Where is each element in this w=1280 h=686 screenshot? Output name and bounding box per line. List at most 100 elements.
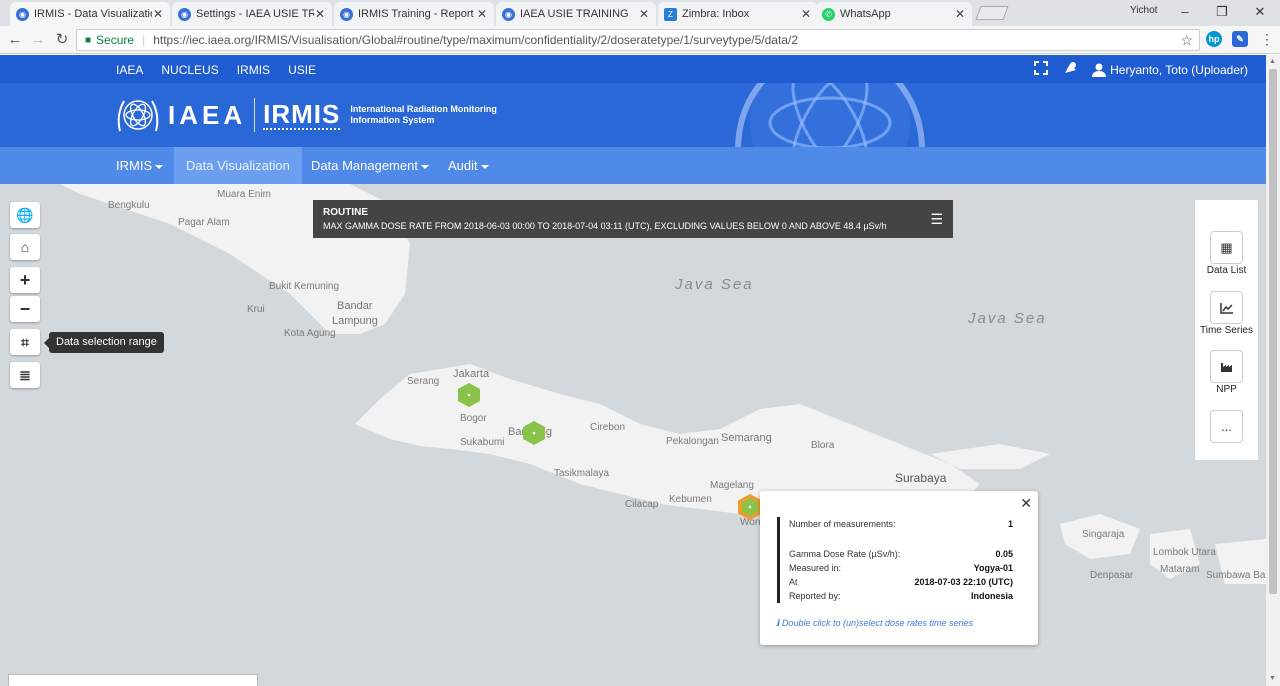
measured-in-value: Yogya-01 bbox=[973, 563, 1013, 573]
globe-icon[interactable]: 🌐 bbox=[10, 202, 40, 228]
logo-subtitle-line2: Information System bbox=[350, 115, 435, 125]
data-list-label: Data List bbox=[1206, 265, 1247, 276]
caret-down-icon bbox=[480, 164, 489, 169]
hp-extension-icon[interactable]: hp bbox=[1206, 31, 1222, 47]
browser-tab-zimbra[interactable]: Z Zimbra: Inbox ✕ bbox=[658, 2, 818, 26]
bookmark-star-icon[interactable]: ☆ bbox=[1180, 32, 1193, 49]
station-popup: ✕ Number of measurements: 1 Gamma Dose R… bbox=[760, 491, 1038, 645]
top-link-irmis[interactable]: IRMIS bbox=[237, 63, 270, 77]
reload-icon[interactable]: ↻ bbox=[52, 30, 72, 50]
browser-tab-whatsapp[interactable]: ✆ WhatsApp ✕ bbox=[816, 2, 972, 26]
crop-icon[interactable]: ⌗ bbox=[10, 329, 40, 355]
close-tab-icon[interactable]: ✕ bbox=[800, 7, 812, 21]
station-marker-bandung[interactable] bbox=[522, 420, 546, 446]
scrollbar-thumb[interactable] bbox=[1269, 69, 1277, 594]
maximize-icon[interactable]: ❐ bbox=[1207, 2, 1237, 22]
map-label: Mataram bbox=[1160, 564, 1200, 575]
extension-icon[interactable]: ✎ bbox=[1232, 31, 1248, 47]
close-window-icon[interactable]: ✕ bbox=[1245, 2, 1275, 22]
reported-by-value: Indonesia bbox=[970, 591, 1013, 601]
logo-subtitle-line1: International Radiation Monitoring bbox=[350, 104, 497, 114]
nav-data-management[interactable]: Data Management bbox=[299, 147, 441, 184]
caret-down-icon bbox=[420, 164, 429, 169]
layers-icon[interactable]: ≣ bbox=[10, 362, 40, 388]
map-label: Jakarta bbox=[453, 368, 490, 380]
tab-title: Zimbra: Inbox bbox=[682, 8, 750, 20]
close-tab-icon[interactable]: ✕ bbox=[954, 7, 966, 21]
close-icon[interactable]: ✕ bbox=[1020, 495, 1032, 512]
map-label: Cilacap bbox=[625, 499, 659, 510]
map-label: Pagar Alam bbox=[178, 217, 230, 228]
close-tab-icon[interactable]: ✕ bbox=[314, 7, 326, 21]
tab-title: IRMIS Training - Report bbox=[358, 8, 474, 20]
home-icon[interactable]: ⌂ bbox=[10, 234, 40, 260]
page-scrollbar[interactable]: ▲ ▼ bbox=[1266, 55, 1280, 686]
map-label: Muara Enim bbox=[217, 189, 271, 200]
nav-irmis[interactable]: IRMIS bbox=[104, 147, 175, 184]
at-value: 2018-07-03 22:10 (UTC) bbox=[914, 577, 1013, 587]
line-chart-icon bbox=[1219, 302, 1233, 314]
map-label: Lombok Utara bbox=[1153, 547, 1216, 558]
close-tab-icon[interactable]: ✕ bbox=[476, 7, 488, 21]
hamburger-menu-icon[interactable]: ☰ bbox=[930, 211, 943, 228]
zoom-in-icon[interactable]: + bbox=[10, 267, 40, 293]
more-button[interactable]: ... bbox=[1210, 410, 1243, 443]
new-tab-button[interactable] bbox=[975, 6, 1009, 20]
info-icon: ℹ bbox=[776, 618, 780, 628]
zimbra-icon: Z bbox=[664, 7, 677, 21]
map-label: Magelang bbox=[710, 480, 754, 491]
map-label: Bandar bbox=[337, 300, 373, 312]
notifications-icon[interactable] bbox=[1062, 61, 1078, 78]
top-link-usie[interactable]: USIE bbox=[288, 63, 316, 77]
browser-tab-usie-training[interactable]: ◉ IAEA USIE TRAINING ✕ bbox=[496, 2, 656, 26]
map-canvas[interactable]: Bengkulu Muara Enim Pagar Alam Bukit Kem… bbox=[0, 184, 1266, 686]
map-label: Lampung bbox=[332, 315, 378, 327]
map-label: Pekalongan bbox=[666, 436, 719, 447]
browser-tab-training-report[interactable]: ◉ IRMIS Training - Report ✕ bbox=[334, 2, 494, 26]
logo-divider bbox=[254, 98, 256, 132]
top-navigation: IAEA NUCLEUS IRMIS USIE Heryanto, Toto (… bbox=[0, 55, 1266, 83]
popup-hint: ℹ Double click to (un)select dose rates … bbox=[776, 618, 973, 629]
close-tab-icon[interactable]: ✕ bbox=[638, 7, 650, 21]
popup-row-dose: Gamma Dose Rate (µSv/h): 0.05 bbox=[789, 549, 1013, 559]
map-label: Krui bbox=[247, 304, 265, 315]
top-link-iaea[interactable]: IAEA bbox=[116, 63, 143, 77]
back-icon[interactable]: ← bbox=[5, 30, 25, 50]
map-label: Cirebon bbox=[590, 422, 626, 433]
map-landmass bbox=[60, 184, 1266, 584]
iaea-irmis-logo[interactable]: IAEA IRMIS International Radiation Monit… bbox=[114, 93, 497, 137]
map-label: Sukabumi bbox=[460, 437, 505, 448]
user-menu[interactable]: Heryanto, Toto (Uploader) bbox=[1092, 63, 1248, 77]
logo-irmis-text: IRMIS bbox=[263, 99, 341, 130]
iaea-icon: ◉ bbox=[178, 7, 191, 21]
nav-data-visualization-label: Data Visualization bbox=[186, 158, 290, 173]
map-label: Surabaya bbox=[895, 471, 947, 485]
fullscreen-icon[interactable] bbox=[1034, 61, 1049, 78]
time-series-button[interactable] bbox=[1210, 291, 1243, 324]
forward-icon[interactable]: → bbox=[28, 30, 48, 50]
browser-menu-icon[interactable]: ⋮ bbox=[1260, 31, 1274, 48]
at-label: At bbox=[789, 577, 798, 587]
zoom-out-icon[interactable]: − bbox=[10, 296, 40, 322]
top-link-nucleus[interactable]: NUCLEUS bbox=[161, 63, 218, 77]
map-label: Kota Agung bbox=[284, 328, 336, 339]
npp-button[interactable] bbox=[1210, 350, 1243, 383]
scroll-down-icon[interactable]: ▼ bbox=[1269, 675, 1276, 682]
dose-label: Gamma Dose Rate (µSv/h): bbox=[789, 549, 901, 559]
minimize-icon[interactable]: – bbox=[1170, 2, 1200, 22]
map-label-sea: Java Sea bbox=[675, 276, 754, 293]
browser-profile-name[interactable]: Yichot bbox=[1130, 5, 1157, 16]
data-list-button[interactable]: ▦ bbox=[1210, 231, 1243, 264]
browser-tab-irmis-visualization[interactable]: ◉ IRMIS - Data Visualization ✕ bbox=[10, 2, 170, 26]
url-field[interactable]: ■ Secure | https://iec.iaea.org/IRMIS/Vi… bbox=[76, 29, 1200, 51]
station-marker-jakarta[interactable] bbox=[457, 382, 481, 408]
nav-audit[interactable]: Audit bbox=[436, 147, 501, 184]
scroll-up-icon[interactable]: ▲ bbox=[1269, 58, 1276, 65]
browser-tab-settings[interactable]: ◉ Settings - IAEA USIE TRAI ✕ bbox=[172, 2, 332, 26]
browser-tab-strip: ◉ IRMIS - Data Visualization ✕ ◉ Setting… bbox=[0, 0, 1280, 26]
map-label: Bukit Kemuning bbox=[269, 281, 340, 292]
close-tab-icon[interactable]: ✕ bbox=[152, 7, 164, 21]
time-series-label: Time Series bbox=[1200, 325, 1253, 336]
nav-data-visualization[interactable]: Data Visualization bbox=[174, 147, 302, 184]
url-text: https://iec.iaea.org/IRMIS/Visualisation… bbox=[153, 33, 798, 47]
